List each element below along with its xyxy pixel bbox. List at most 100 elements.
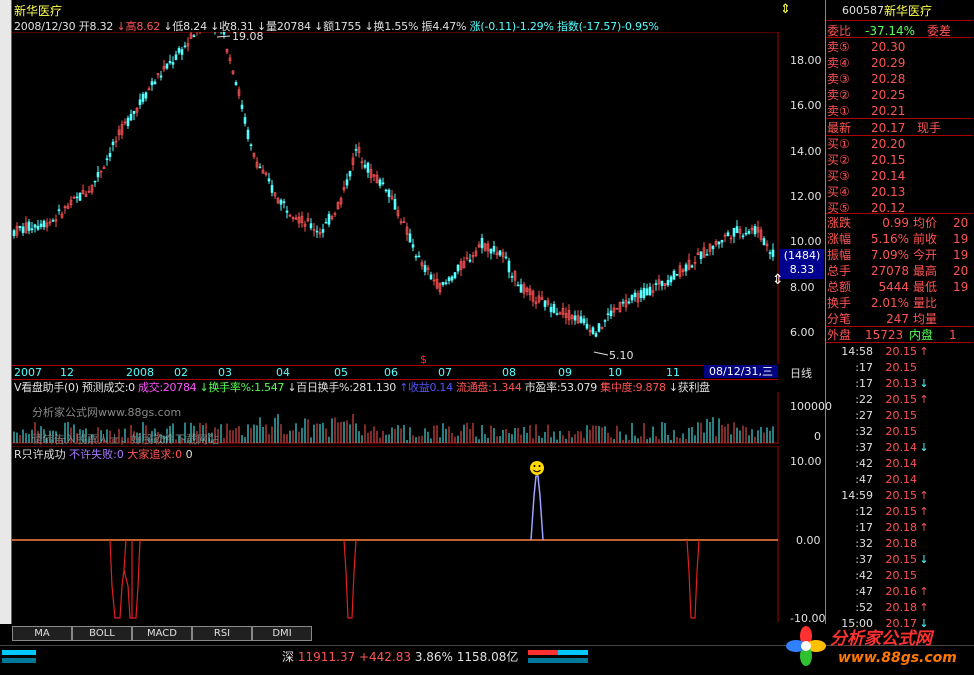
stat-label: 分笔 — [827, 312, 852, 326]
tab-rsi[interactable]: RSI — [192, 626, 252, 641]
outer-inner-row: 外盘 15723 内盘 1 — [827, 328, 957, 342]
tick-time: :32 — [855, 425, 873, 438]
candle-body — [234, 82, 238, 86]
tick-row: :52 20.18 ↑ — [827, 601, 931, 614]
volume-tick: 0 — [814, 430, 821, 443]
candle-body — [285, 210, 289, 213]
candle-body — [489, 248, 493, 254]
last-price-row: 最新 20.17 现手 — [827, 121, 942, 135]
candle-body — [771, 249, 775, 257]
low-marker: 5.10 — [609, 349, 634, 362]
candle-body — [327, 214, 331, 225]
candle-body — [675, 273, 679, 276]
crosshair-price-label: (1484) 8.33 — [780, 249, 824, 279]
candle-body — [606, 313, 610, 316]
stat-label: 量比 — [913, 296, 938, 310]
candle-body — [753, 225, 757, 235]
tick-row: 14:59 20.15 ↑ — [827, 489, 931, 502]
stat-label: 总额 — [827, 280, 852, 294]
stat-row: 涨跌 0.99 均价 20 — [827, 214, 968, 231]
tick-row: :22 20.15 ↑ — [827, 393, 931, 406]
stat-value: 247 — [886, 312, 909, 326]
ask-label: 卖⑤ — [827, 40, 850, 54]
signal-marker: $ — [420, 353, 427, 364]
bid-label: 买② — [827, 153, 850, 167]
tick-row: :42 20.15 — [827, 569, 931, 582]
tick-price: 20.18 — [885, 521, 918, 534]
candle-body — [159, 75, 163, 78]
candle-body — [417, 255, 421, 258]
candle-body — [177, 48, 181, 53]
stat-row: 涨幅 5.16% 前收 19 — [827, 230, 968, 247]
candle-body — [180, 49, 184, 55]
indicator-header: R只许成功 不许失败:0 大家追求:0 0 — [14, 448, 193, 461]
candle-body — [441, 282, 445, 285]
bid-label: 买③ — [827, 169, 850, 183]
candle-body — [21, 226, 25, 233]
tick-price: 20.15 — [885, 393, 918, 406]
tab-ma[interactable]: MA — [12, 626, 72, 641]
candle-body — [141, 93, 145, 102]
pin-icon[interactable]: ⇕ — [780, 2, 791, 17]
candle-body — [126, 117, 130, 127]
stock-code: 600587 — [842, 4, 884, 17]
candle-body — [321, 229, 325, 233]
candle-body — [717, 241, 721, 245]
indicator-chart[interactable] — [12, 446, 780, 622]
tick-arrow: ↑ — [919, 601, 929, 614]
tab-macd[interactable]: MACD — [132, 626, 192, 641]
tick-time: 14:59 — [841, 489, 873, 502]
tick-arrow: ↓ — [919, 441, 929, 454]
stat-value: 27078 — [870, 264, 909, 278]
candle-body — [246, 129, 250, 139]
stat-value: 7.09% — [870, 248, 909, 262]
candle-body — [51, 219, 55, 222]
candle-body — [666, 280, 670, 286]
stat-value: 5444 — [878, 280, 909, 294]
stat-value: 20 — [953, 264, 969, 278]
left-scroll-edge[interactable] — [0, 0, 12, 624]
candle-body — [414, 255, 418, 258]
date-axis: 2007 12 2008 02 03 04 05 06 07 08 09 10 … — [12, 365, 778, 380]
stat-row: 换手 2.01% 量比 — [827, 294, 953, 311]
candle-body — [762, 238, 766, 245]
tick-time: 15:00 — [841, 617, 873, 630]
tick-row: 15:00 20.17 ↓ — [827, 617, 931, 630]
candle-body — [642, 288, 646, 299]
tick-row: :42 20.14 — [827, 457, 931, 470]
indicator-tick: 0.00 — [796, 534, 821, 547]
stat-value: 2.01% — [870, 296, 909, 310]
stat-value: 19 — [953, 280, 969, 294]
tab-dmi[interactable]: DMI — [252, 626, 312, 641]
tab-boll[interactable]: BOLL — [72, 626, 132, 641]
candle-body — [165, 63, 169, 69]
watermark: 请转告入股票人士，好股软件下载网站 — [32, 433, 219, 446]
candle-body — [690, 265, 694, 268]
tick-row: :12 20.15 ↑ — [827, 505, 931, 518]
tick-price: 20.16 — [885, 585, 918, 598]
candle-body — [543, 300, 547, 308]
tick-arrow: ↑ — [919, 345, 929, 358]
candle-body — [153, 81, 157, 85]
candle-body — [468, 259, 472, 262]
tick-time: :27 — [855, 409, 873, 422]
tick-row: 14:58 20.15 ↑ — [827, 345, 931, 358]
ask-price: 20.30 — [871, 40, 906, 54]
stat-label: 涨跌 — [827, 216, 852, 230]
candle-body — [699, 251, 703, 260]
smiley-icon — [530, 461, 544, 475]
candle-body — [621, 301, 625, 304]
candle-body — [684, 264, 688, 272]
tick-time: :12 — [855, 505, 873, 518]
ask-row: 卖② 20.25 — [827, 86, 911, 103]
price-tick: 18.00 — [790, 54, 822, 67]
ask-label: 卖① — [827, 104, 850, 118]
candle-body — [30, 228, 34, 231]
candle-body — [93, 180, 97, 183]
candle-body — [270, 185, 274, 193]
bid-row: 买② 20.15 — [827, 151, 911, 168]
candlestick-chart[interactable]: 19.08 5.10 $ — [12, 32, 780, 364]
period-selector[interactable]: 日线 — [790, 365, 812, 381]
candle-body — [639, 290, 643, 299]
candle-body — [585, 323, 589, 329]
